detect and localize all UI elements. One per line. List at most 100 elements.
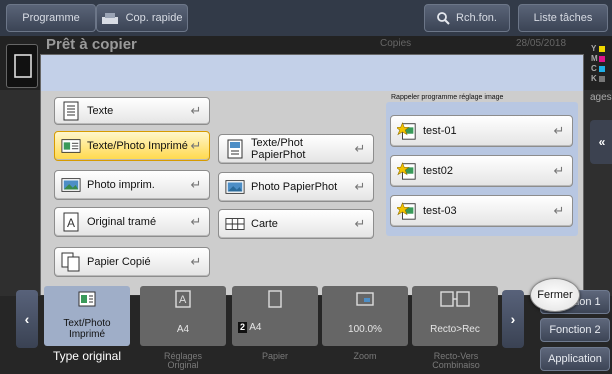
photo-print-icon [61,175,81,195]
caption-duplex: Recto-Vers Combinaiso [432,351,480,370]
images-label: ages [590,92,612,103]
original-type-text-photo-printed[interactable]: Texte/Photo Imprimé ↵ [54,131,210,161]
caption-original-type: Type original [52,349,122,363]
original-type-map[interactable]: Carte ↵ [218,209,374,239]
date-display: 28/05/2018 [516,38,567,49]
scroll-right-button[interactable]: › [502,290,524,348]
enter-arrow-icon: ↵ [354,216,366,231]
recall-program-title: Rappeler programme réglage image [391,94,504,101]
original-type-dotted-label: Original tramé [87,216,157,228]
toner-levels: Y M C K [591,44,605,84]
card-duplex-value: Recto>Rec [430,324,480,335]
original-type-copied-paper-label: Papier Copié [87,256,151,268]
programme-label: Programme [22,12,80,24]
job-list-label: Liste tâches [533,12,593,24]
original-settings-icon: A [175,290,191,308]
original-type-photo-label: Photo imprim. [87,179,155,191]
enter-arrow-icon: ↵ [190,177,202,192]
chevron-left-icon: ‹ [24,311,30,327]
chevron-right-icon: › [510,311,516,327]
paper-icon [268,290,282,308]
svg-text:A: A [67,216,75,230]
toner-y: Y [591,44,605,54]
enter-arrow-icon: ↵ [553,123,565,138]
dialog-header [41,55,583,91]
close-button[interactable]: Fermer [530,278,580,312]
card-duplex[interactable]: Recto>Rec [412,286,498,346]
dotted-original-icon: A [61,212,81,232]
copies-label: Copies [380,38,412,49]
photo-paper-icon [225,177,245,197]
function-2-button[interactable]: Fonction 2 [540,318,610,342]
text-photopaper-icon [225,139,245,159]
original-type-copied-paper[interactable]: Papier Copié ↵ [54,247,210,277]
double-chevron-left-icon: « [598,135,606,149]
original-type-text-label: Texte [87,105,114,117]
card-zoom[interactable]: 100.0% [322,286,408,346]
program-test-01-label: test-01 [423,125,457,137]
card-paper-value: A4 [249,322,262,333]
program-test-03[interactable]: test-03 ↵ [390,195,573,227]
quick-copy-button[interactable]: Cop. rapide [96,4,188,32]
enter-arrow-icon: ↵ [553,203,565,218]
copy-mode-icon [6,44,38,88]
search-function-button[interactable]: Rch.fon. [424,4,510,32]
card-paper[interactable]: 2 A4 [232,286,318,346]
program-test-03-label: test-03 [423,205,457,217]
text-photo-icon [78,291,96,307]
zoom-icon [356,292,374,306]
card-original-type[interactable]: Text/Photo Imprimé [44,286,130,346]
original-type-text-photo-paper-label: Texte/Phot PapierPhot [251,137,306,161]
star-doc-icon [397,161,417,181]
caption-original-settings: Réglages Original [163,351,203,370]
original-type-text[interactable]: Texte ↵ [54,97,210,125]
ready-status: Prêt à copier [46,36,137,53]
toner-k: K [591,74,605,84]
quick-copy-icon [101,13,118,24]
enter-arrow-icon: ↵ [354,141,366,156]
star-doc-icon [397,121,417,141]
original-type-map-label: Carte [251,218,278,230]
program-test02-label: test02 [423,165,453,177]
card-paper-value-wrap: 2 A4 [238,322,278,333]
function-2-label: Fonction 2 [549,324,601,336]
program-test02[interactable]: test02 ↵ [390,155,573,187]
copy-screen: Programme Cop. rapide Rch.fon. Liste tâc… [0,0,612,374]
enter-arrow-icon: ↵ [190,103,202,118]
enter-arrow-icon: ↵ [553,163,565,178]
job-list-button[interactable]: Liste tâches [518,4,608,32]
card-zoom-value: 100.0% [348,324,382,335]
copied-paper-icon [61,252,81,272]
original-type-photo-paper[interactable]: Photo PapierPhot ↵ [218,172,374,202]
text-doc-icon [61,101,81,121]
enter-arrow-icon: ↵ [190,138,202,153]
close-label: Fermer [537,289,573,301]
text-photo-icon [61,136,81,156]
original-type-text-photo-paper[interactable]: Texte/Phot PapierPhot ↵ [218,134,374,164]
card-original-type-value: Text/Photo Imprimé [63,318,111,340]
original-type-text-photo-label: Texte/Photo Imprimé [87,140,188,152]
card-original-settings[interactable]: A A4 [140,286,226,346]
side-panel-toggle[interactable]: « [590,120,612,164]
program-test-01[interactable]: test-01 ↵ [390,115,573,147]
enter-arrow-icon: ↵ [190,214,202,229]
quick-copy-label: Cop. rapide [125,12,183,24]
search-function-label: Rch.fon. [456,12,497,24]
application-button[interactable]: Application [540,347,610,371]
duplex-icon [440,291,470,307]
caption-zoom: Zoom [353,351,377,361]
toner-c: C [591,64,605,74]
top-bar: Programme Cop. rapide Rch.fon. Liste tâc… [0,0,612,36]
map-icon [225,214,245,234]
original-type-photo-printed[interactable]: Photo imprim. ↵ [54,170,210,200]
star-doc-icon [397,201,417,221]
svg-text:A: A [179,294,187,306]
programme-button[interactable]: Programme [6,4,96,32]
tray-badge: 2 [238,322,248,333]
caption-paper: Papier [261,351,288,361]
toner-m: M [591,54,605,64]
scroll-left-button[interactable]: ‹ [16,290,38,348]
application-label: Application [548,353,602,365]
original-type-dotted[interactable]: A Original tramé ↵ [54,207,210,237]
card-original-settings-value: A4 [176,324,190,335]
